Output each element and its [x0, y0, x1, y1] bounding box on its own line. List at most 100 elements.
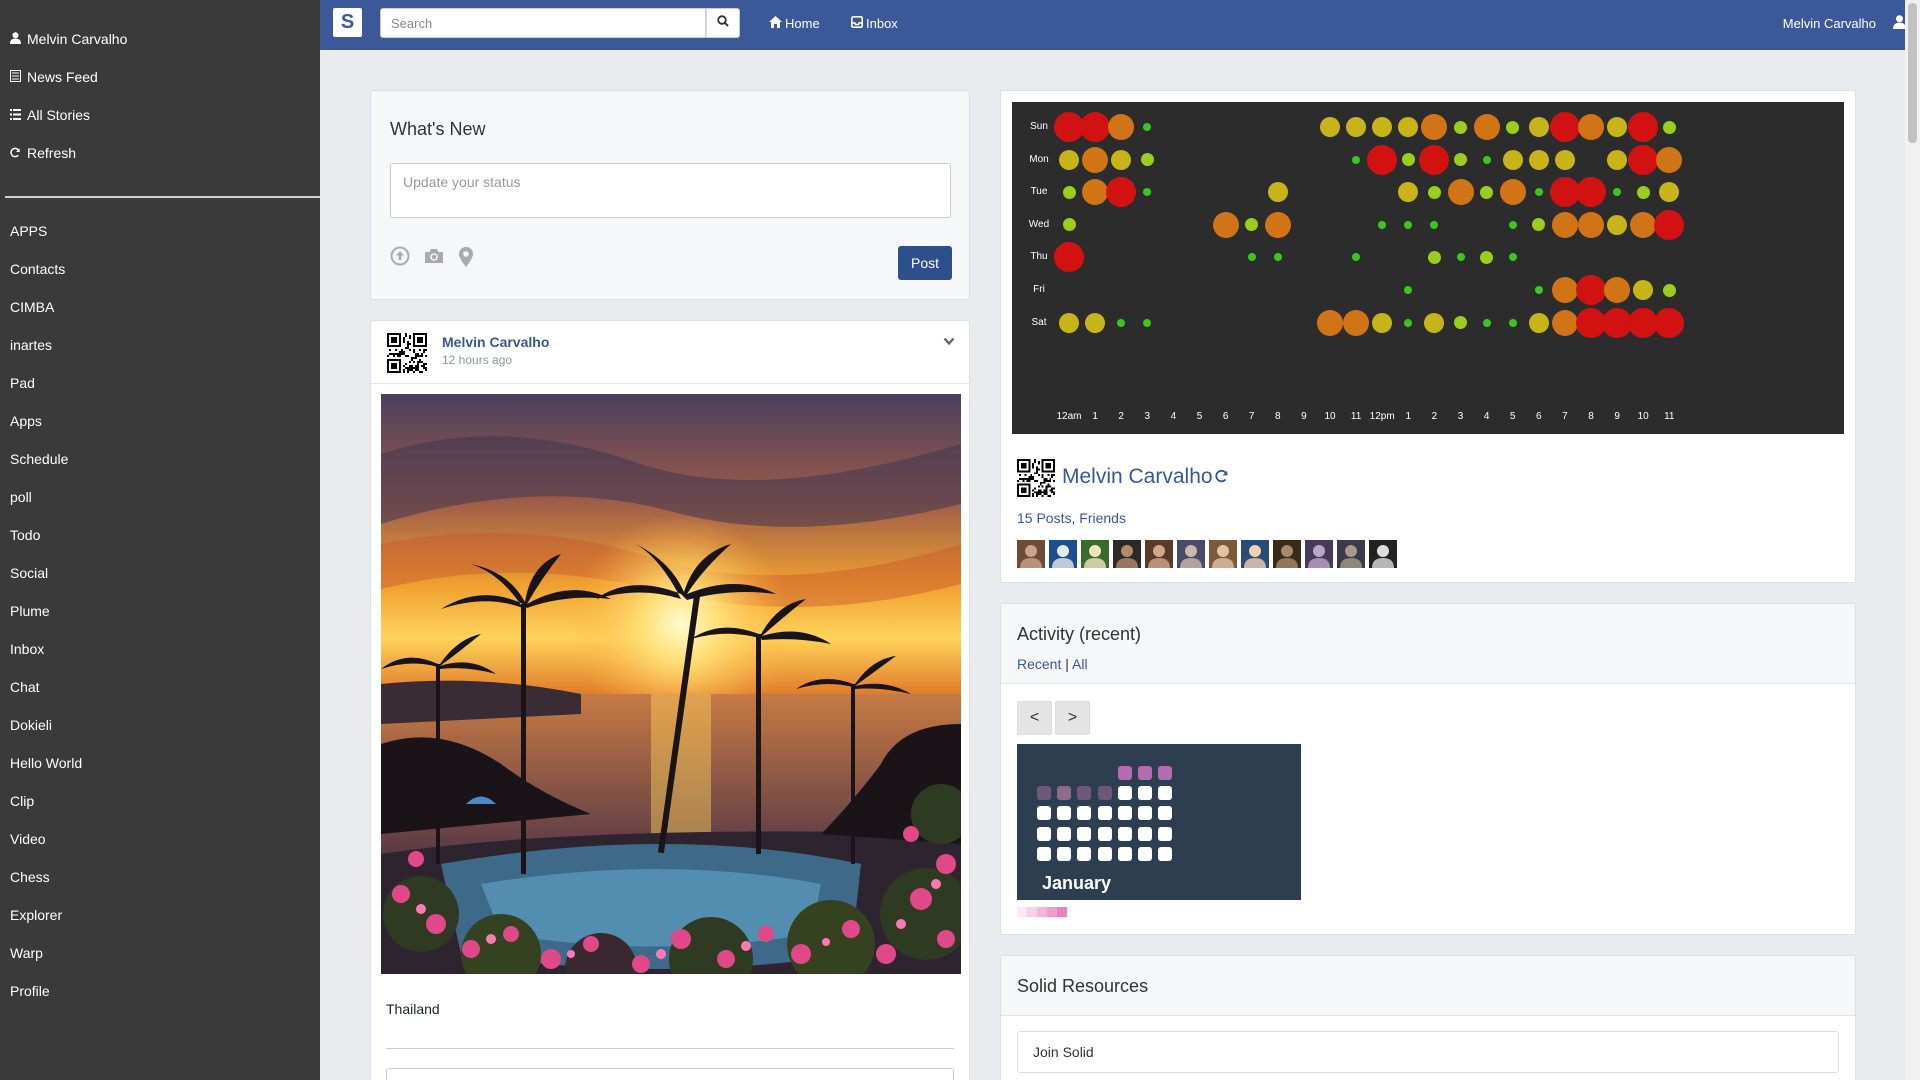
previous-button[interactable]: < [1017, 701, 1052, 735]
calendar-day-cell[interactable] [1077, 826, 1092, 841]
calendar-day-cell[interactable] [1138, 846, 1152, 861]
sidebar-app-hello-world[interactable]: Hello World [0, 744, 320, 782]
friend-avatar[interactable] [1049, 540, 1077, 568]
calendar-day-cell[interactable] [1057, 846, 1072, 861]
nav-home-link[interactable]: Home [769, 16, 820, 31]
scrollbar-thumb[interactable] [1908, 3, 1917, 143]
friend-avatar[interactable] [1145, 540, 1173, 568]
profile-links: 15 Posts, Friends [1017, 510, 1126, 526]
sidebar-app-video[interactable]: Video [0, 820, 320, 858]
calendar-day-cell[interactable] [1037, 846, 1051, 861]
calendar-day-cell[interactable] [1138, 826, 1152, 841]
punchcard-dot [1082, 146, 1109, 173]
page-scrollbar[interactable] [1905, 0, 1920, 1080]
sidebar-app-clip[interactable]: Clip [0, 782, 320, 820]
all-link[interactable]: All [1072, 656, 1088, 672]
profile-name-link[interactable]: Melvin Carvalho [1062, 465, 1213, 489]
punchcard-dot [1506, 120, 1520, 134]
refresh-icon[interactable] [1215, 469, 1229, 488]
recent-link[interactable]: Recent [1017, 656, 1061, 672]
sidebar-app-chess[interactable]: Chess [0, 858, 320, 896]
brand-logo[interactable]: S [333, 8, 362, 37]
calendar-day-cell[interactable] [1037, 786, 1051, 801]
qr-code-avatar[interactable] [387, 333, 427, 373]
friend-avatar[interactable] [1241, 540, 1269, 568]
calendar-day-cell[interactable] [1037, 806, 1051, 821]
calendar-day-cell[interactable] [1138, 806, 1152, 821]
calendar-day-cell[interactable] [1117, 826, 1132, 841]
sidebar-app-apps[interactable]: APPS [0, 212, 320, 250]
calendar-day-cell[interactable] [1138, 786, 1152, 801]
chevron-down-icon[interactable] [943, 333, 955, 351]
calendar-day-cell[interactable] [1117, 786, 1132, 801]
sidebar-app-contacts[interactable]: Contacts [0, 250, 320, 288]
sidebar-app-chat[interactable]: Chat [0, 668, 320, 706]
friend-avatar[interactable] [1113, 540, 1141, 568]
sidebar-item-profile[interactable]: Melvin Carvalho [0, 20, 320, 58]
calendar-day-cell[interactable] [1077, 806, 1092, 821]
calendar-day-cell[interactable] [1057, 826, 1072, 841]
sidebar-app-profile[interactable]: Profile [0, 972, 320, 1010]
post-photo-sunset-beach[interactable] [381, 394, 961, 974]
calendar-day-cell[interactable] [1057, 786, 1072, 801]
sidebar-app-inbox[interactable]: Inbox [0, 630, 320, 668]
friends-link[interactable]: Friends [1079, 510, 1126, 526]
next-button[interactable]: > [1055, 701, 1090, 735]
post-comment-bar[interactable] [386, 1068, 954, 1080]
sidebar-app-dokieli[interactable]: Dokieli [0, 706, 320, 744]
calendar-day-cell[interactable] [1158, 786, 1173, 801]
sidebar-app-plume[interactable]: Plume [0, 592, 320, 630]
calendar-day-cell[interactable] [1117, 806, 1132, 821]
friend-avatar[interactable] [1017, 540, 1045, 568]
sidebar-app-inartes[interactable]: inartes [0, 326, 320, 364]
status-input[interactable] [390, 163, 951, 218]
calendar-day-cell[interactable] [1117, 766, 1132, 780]
calendar-day-cell[interactable] [1158, 846, 1173, 861]
sidebar-item-news-feed[interactable]: News Feed [0, 58, 320, 96]
friend-avatar[interactable] [1305, 540, 1333, 568]
sidebar-item-all-stories[interactable]: All Stories [0, 96, 320, 134]
calendar-day-cell[interactable] [1097, 846, 1112, 861]
search-button[interactable] [706, 8, 740, 38]
friend-avatar[interactable] [1273, 540, 1301, 568]
camera-icon[interactable] [423, 246, 445, 268]
calendar-day-cell[interactable] [1037, 826, 1051, 841]
calendar-day-cell[interactable] [1077, 786, 1092, 801]
sidebar-app-schedule[interactable]: Schedule [0, 440, 320, 478]
friend-avatar[interactable] [1177, 540, 1205, 568]
sidebar-app-cimba[interactable]: CIMBA [0, 288, 320, 326]
friend-avatar[interactable] [1209, 540, 1237, 568]
calendar-day-cell[interactable] [1097, 786, 1112, 801]
sidebar-app-todo[interactable]: Todo [0, 516, 320, 554]
punchcard-dot [1106, 177, 1137, 208]
search-input[interactable] [380, 8, 706, 38]
calendar-day-cell[interactable] [1117, 846, 1132, 861]
sidebar-app-explorer[interactable]: Explorer [0, 896, 320, 934]
sidebar-app-apps[interactable]: Apps [0, 402, 320, 440]
calendar-day-cell[interactable] [1158, 766, 1173, 780]
location-pin-icon[interactable] [458, 246, 474, 268]
sidebar-item-refresh[interactable]: Refresh [0, 134, 320, 172]
calendar-day-cell[interactable] [1077, 846, 1092, 861]
calendar-day-cell[interactable] [1158, 826, 1173, 841]
calendar-day-cell[interactable] [1158, 806, 1173, 821]
friend-avatar[interactable] [1369, 540, 1397, 568]
calendar-day-cell[interactable] [1057, 806, 1072, 821]
post-author-link[interactable]: Melvin Carvalho [442, 334, 549, 350]
nav-inbox-link[interactable]: Inbox [851, 16, 898, 31]
sidebar-app-social[interactable]: Social [0, 554, 320, 592]
posts-link[interactable]: 15 Posts [1017, 510, 1071, 526]
friend-avatar[interactable] [1337, 540, 1365, 568]
friend-avatar[interactable] [1081, 540, 1109, 568]
nav-user-name[interactable]: Melvin Carvalho [1783, 16, 1876, 31]
upload-icon[interactable] [390, 246, 410, 268]
calendar-day-cell[interactable] [1097, 826, 1112, 841]
sidebar-app-pad[interactable]: Pad [0, 364, 320, 402]
calendar-day-cell[interactable] [1097, 806, 1112, 821]
qr-code-avatar[interactable] [1017, 459, 1055, 497]
sidebar-app-warp[interactable]: Warp [0, 934, 320, 972]
post-button[interactable]: Post [898, 246, 952, 280]
sidebar-app-poll[interactable]: poll [0, 478, 320, 516]
calendar-day-cell[interactable] [1138, 766, 1152, 780]
resource-item-join-solid[interactable]: Join Solid [1017, 1031, 1839, 1073]
